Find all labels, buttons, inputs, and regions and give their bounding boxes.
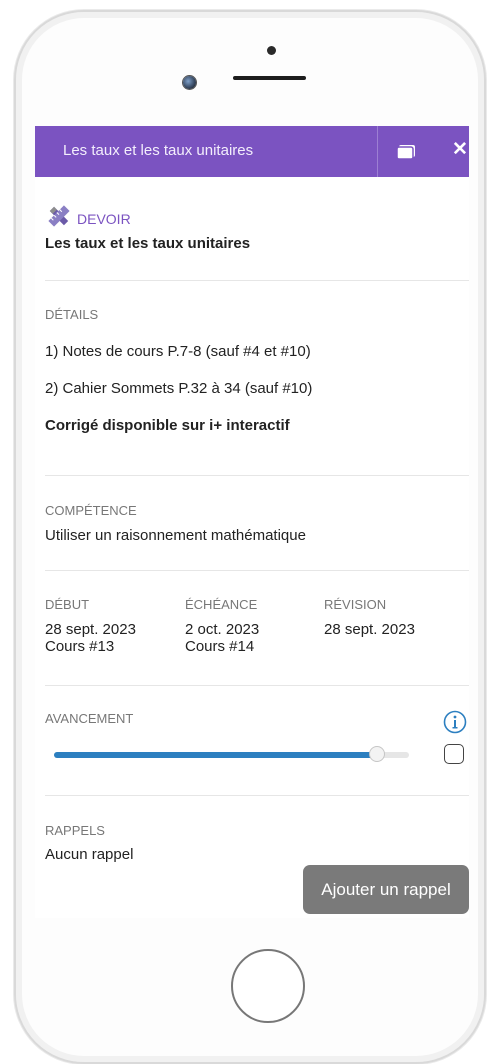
date-due-course: Cours #14: [185, 638, 255, 655]
window-title: Les taux et les taux unitaires: [63, 142, 254, 159]
date-revision-label: RÉVISION: [324, 597, 387, 612]
date-start-value: 28 sept. 2023: [45, 621, 136, 638]
assignment-type: DEVOIR: [45, 203, 131, 234]
progress-slider[interactable]: [54, 746, 409, 762]
title-bar-divider: [377, 126, 378, 177]
divider: [45, 685, 469, 686]
competence-label: COMPÉTENCE: [45, 503, 137, 518]
earpiece-speaker: [233, 76, 306, 80]
proximity-sensor: [267, 46, 276, 55]
title-bar: Les taux et les taux unitaires ✕: [35, 126, 469, 177]
window-icon[interactable]: [395, 140, 417, 162]
dates-row: DÉBUT 28 sept. 2023 Cours #13 ÉCHÉANCE 2…: [45, 597, 465, 667]
date-due-label: ÉCHÉANCE: [185, 597, 258, 612]
date-start-label: DÉBUT: [45, 597, 90, 612]
reminders-label: RAPPELS: [45, 823, 105, 838]
date-start-course: Cours #13: [45, 638, 115, 655]
divider: [45, 475, 469, 476]
divider: [45, 570, 469, 571]
progress-slider-thumb[interactable]: [369, 746, 386, 762]
divider: [45, 280, 469, 281]
date-due: ÉCHÉANCE 2 oct. 2023 Cours #14: [185, 597, 259, 655]
front-camera: [183, 76, 196, 89]
date-revision-value: 28 sept. 2023: [324, 621, 415, 638]
date-start: DÉBUT 28 sept. 2023 Cours #13: [45, 597, 136, 655]
assignment-type-label: DEVOIR: [77, 210, 131, 227]
competence-value: Utiliser un raisonnement mathématique: [45, 527, 306, 544]
progress-label: AVANCEMENT: [45, 711, 134, 726]
details-item-2: 2) Cahier Sommets P.32 à 34 (sauf #10): [45, 380, 313, 397]
date-revision: RÉVISION 28 sept. 2023: [324, 597, 415, 638]
details-note: Corrigé disponible sur i+ interactif: [45, 417, 290, 434]
progress-slider-fill: [54, 752, 378, 758]
assignment-title: Les taux et les taux unitaires: [45, 235, 251, 252]
home-button[interactable]: [231, 949, 305, 1023]
add-reminder-button[interactable]: Ajouter un rappel: [303, 865, 469, 914]
app-screen: Les taux et les taux unitaires ✕ DEVOIR …: [35, 126, 469, 918]
completed-checkbox[interactable]: [444, 744, 464, 764]
reminders-value: Aucun rappel: [45, 846, 134, 863]
close-icon[interactable]: ✕: [452, 138, 469, 162]
info-icon[interactable]: [443, 710, 467, 734]
divider: [45, 795, 469, 796]
details-item-1: 1) Notes de cours P.7-8 (sauf #4 et #10): [45, 343, 311, 360]
pencil-ruler-icon: [45, 203, 73, 234]
details-label: DÉTAILS: [45, 307, 99, 322]
date-due-value: 2 oct. 2023: [185, 621, 260, 638]
